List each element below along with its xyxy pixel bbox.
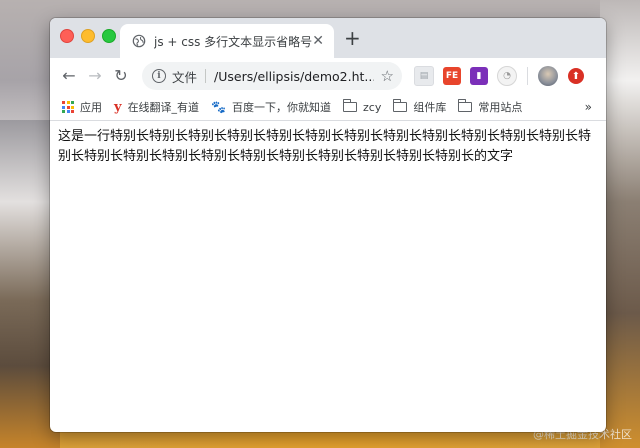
window-controls <box>60 29 116 43</box>
bookmark-label: 组件库 <box>413 101 447 114</box>
close-tab-icon[interactable]: ✕ <box>312 34 324 48</box>
baidu-paw-icon: 🐾 <box>211 100 227 114</box>
folder-icon <box>458 99 473 112</box>
bookmark-label: 在线翻译_有道 <box>127 101 200 114</box>
ghost-extension-icon[interactable]: ◔ <box>497 66 517 86</box>
bookmark-star-icon[interactable]: ☆ <box>381 67 394 85</box>
desktop-wallpaper-right <box>600 0 640 448</box>
bookmark-folder-common-sites[interactable]: 常用站点 <box>458 99 522 115</box>
purple-extension-icon[interactable]: ▮ <box>470 67 488 85</box>
fe-extension-icon[interactable]: FE <box>443 67 461 85</box>
close-window-button[interactable] <box>60 29 74 43</box>
omnibox-divider <box>205 69 207 83</box>
bookmark-folder-zcy[interactable]: zcy <box>342 99 382 114</box>
maximize-window-button[interactable] <box>102 29 116 43</box>
long-text-paragraph: 这是一行特别长特别长特别长特别长特别长特别长特别长特别长特别长特别长特别长特别长… <box>58 129 592 164</box>
scheme-label: 文件 <box>172 69 198 85</box>
info-icon[interactable]: i <box>152 69 166 83</box>
bookmark-label: zcy <box>363 100 382 114</box>
new-tab-button[interactable]: + <box>344 28 361 48</box>
bookmark-baidu[interactable]: 🐾 百度一下，你就知道 <box>211 99 331 115</box>
bookmark-label: 常用站点 <box>478 101 523 114</box>
bookmarks-bar: 应用 y 在线翻译_有道 🐾 百度一下，你就知道 zcy 组件库 常用站点 » <box>50 94 606 121</box>
forward-button[interactable]: → <box>82 68 108 84</box>
folder-icon <box>342 99 358 112</box>
browser-window: js + css 多行文本显示省略号 ✕ + ← → ↻ i 文件 /Users… <box>50 18 606 432</box>
tab-title: js + css 多行文本显示省略号 <box>154 34 313 49</box>
bookmark-label: 应用 <box>80 101 102 114</box>
bookmark-folder-components[interactable]: 组件库 <box>393 99 446 115</box>
reload-button[interactable]: ↻ <box>108 68 134 84</box>
youdao-icon: y <box>114 99 122 115</box>
globe-icon <box>132 34 146 48</box>
folder-icon <box>393 99 408 112</box>
tab-active[interactable]: js + css 多行文本显示省略号 ✕ <box>120 24 334 58</box>
address-bar[interactable]: i 文件 /Users/ellipsis/demo2.ht... ☆ <box>142 62 402 90</box>
title-bar: js + css 多行文本显示省略号 ✕ + <box>50 18 606 58</box>
toolbar: ← → ↻ i 文件 /Users/ellipsis/demo2.ht... ☆… <box>50 58 606 94</box>
back-button[interactable]: ← <box>56 68 82 84</box>
url-text[interactable]: /Users/ellipsis/demo2.ht... <box>214 69 374 84</box>
profile-avatar[interactable] <box>538 66 558 86</box>
toolbar-divider <box>527 67 528 85</box>
update-arrow-icon[interactable]: ⬆ <box>568 68 584 84</box>
minimize-window-button[interactable] <box>81 29 95 43</box>
bookmarks-overflow-icon[interactable]: » <box>585 100 592 114</box>
page-content: 这是一行特别长特别长特别长特别长特别长特别长特别长特别长特别长特别长特别长特别长… <box>50 121 606 173</box>
apps-grid-icon <box>62 101 74 113</box>
translate-extension-icon[interactable]: ▤ <box>414 66 434 86</box>
bookmark-apps[interactable]: 应用 <box>62 99 102 115</box>
bookmark-label: 百度一下，你就知道 <box>232 101 332 114</box>
bookmark-youdao[interactable]: y 在线翻译_有道 <box>114 99 199 115</box>
